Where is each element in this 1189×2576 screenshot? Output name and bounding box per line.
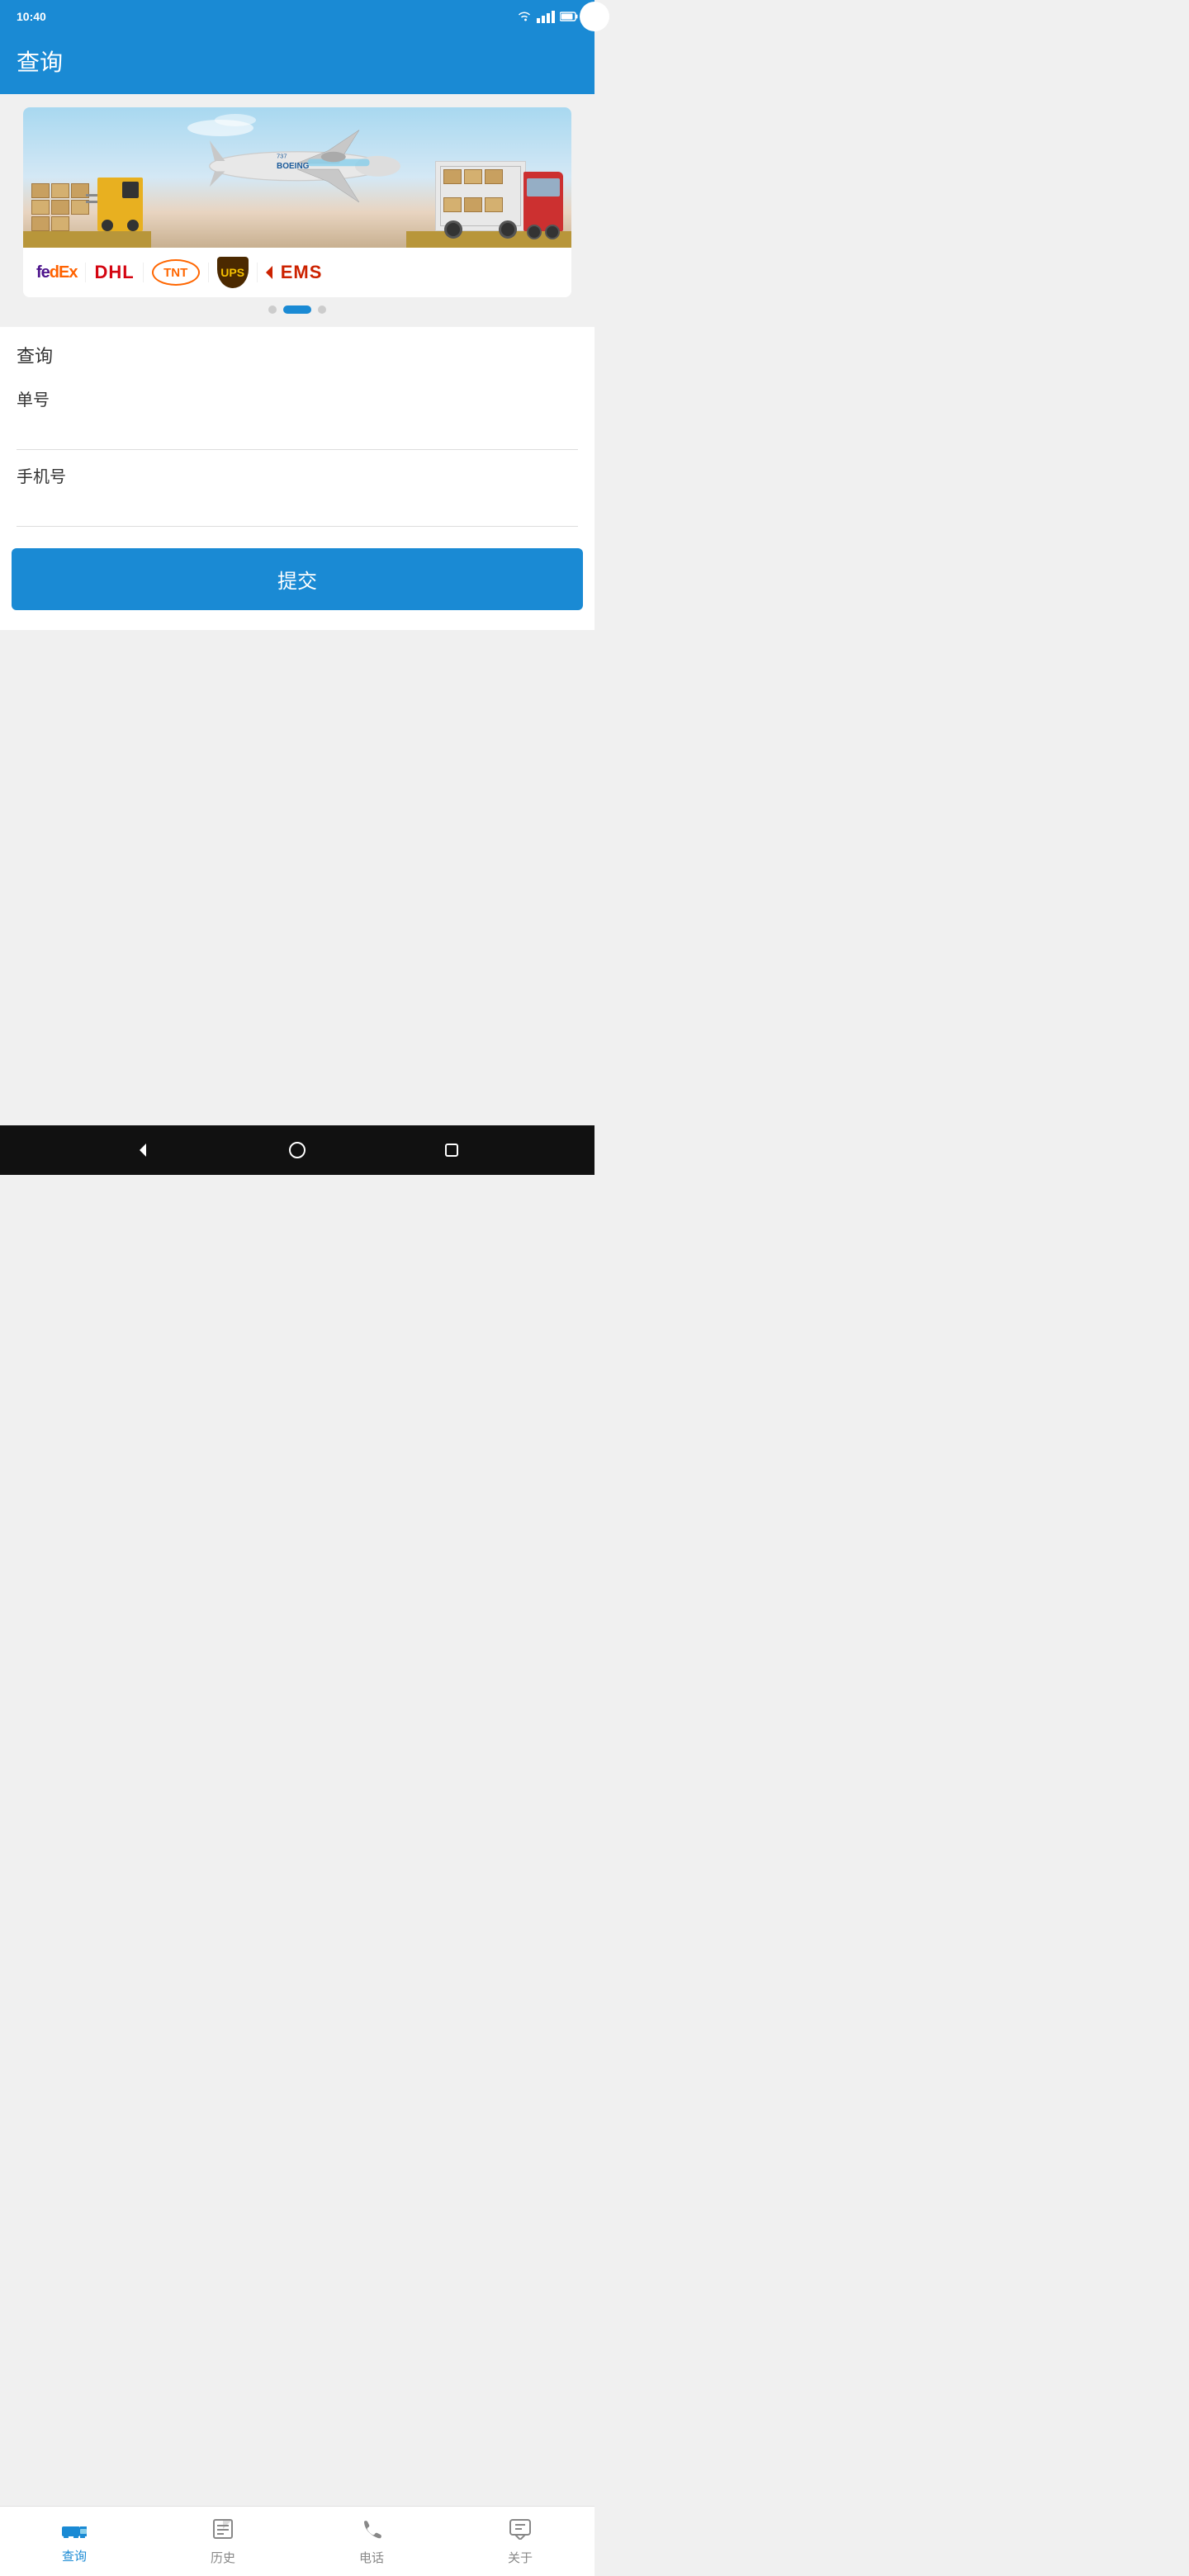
app-header: 查询: [0, 33, 594, 94]
ems-logo: EMS: [266, 258, 323, 287]
submit-button[interactable]: 提交: [12, 548, 583, 610]
status-time: 10:40: [17, 10, 46, 23]
about-nav-icon: [509, 2518, 532, 2545]
carrier-logos: fedEx DHL TNT UPS EMS: [23, 248, 571, 297]
ups-logo: UPS: [217, 258, 249, 287]
system-nav-bar: [0, 1125, 594, 1175]
bottom-nav: 查询 历史 电话: [0, 2506, 594, 2576]
back-button[interactable]: [131, 1139, 154, 1162]
home-button[interactable]: [286, 1139, 309, 1162]
nav-query[interactable]: 查询: [0, 2507, 149, 2576]
status-bar: 10:40: [0, 0, 594, 33]
tnt-logo: TNT: [152, 258, 200, 287]
form-field-phone: 手机号: [0, 450, 594, 533]
forklift-area: [23, 157, 151, 248]
dot-1[interactable]: [283, 305, 311, 314]
query-section-label: 查询: [0, 327, 594, 373]
history-nav-label: 历史: [211, 2549, 235, 2566]
truck-cab: [523, 172, 563, 231]
form-field-tracking: 单号: [0, 373, 594, 450]
svg-text:737: 737: [277, 152, 287, 159]
phone-nav-icon: [361, 2518, 382, 2545]
signal-icon: [537, 11, 555, 23]
truck-area: [406, 149, 571, 248]
submit-area: 提交: [0, 533, 594, 630]
phone-nav-label: 电话: [359, 2549, 384, 2566]
content-area: [0, 630, 594, 1125]
wifi-icon: [517, 11, 532, 22]
nav-about[interactable]: 关于: [446, 2507, 594, 2576]
svg-text:BOEING: BOEING: [277, 162, 310, 171]
dot-2[interactable]: [318, 305, 326, 314]
query-section: 查询 单号 手机号 提交: [0, 327, 594, 630]
dot-0[interactable]: [268, 305, 277, 314]
banner: BOEING 737: [23, 107, 571, 297]
query-nav-label: 查询: [62, 2547, 87, 2564]
status-icons: [517, 11, 578, 23]
battery-icon: [560, 12, 578, 21]
truck-container: [435, 161, 526, 231]
dhl-logo: DHL: [94, 258, 134, 287]
status-center-dot: [580, 2, 609, 31]
banner-dots: [12, 297, 583, 317]
history-nav-icon: [212, 2518, 234, 2545]
phone-label: 手机号: [17, 463, 578, 487]
tracking-number-input[interactable]: [17, 419, 578, 450]
phone-number-input[interactable]: [17, 495, 578, 527]
banner-image: BOEING 737: [23, 107, 571, 248]
nav-history[interactable]: 历史: [149, 2507, 297, 2576]
nav-phone[interactable]: 电话: [297, 2507, 446, 2576]
about-nav-label: 关于: [508, 2549, 533, 2566]
tracking-label: 单号: [17, 386, 578, 410]
box-stack: [31, 183, 89, 231]
fedex-logo: fedEx: [36, 258, 77, 287]
page-title: 查询: [17, 45, 578, 78]
recent-button[interactable]: [440, 1139, 463, 1162]
query-nav-icon: [62, 2518, 87, 2544]
forklift-body: [97, 178, 143, 231]
airplane: BOEING 737: [190, 120, 405, 206]
